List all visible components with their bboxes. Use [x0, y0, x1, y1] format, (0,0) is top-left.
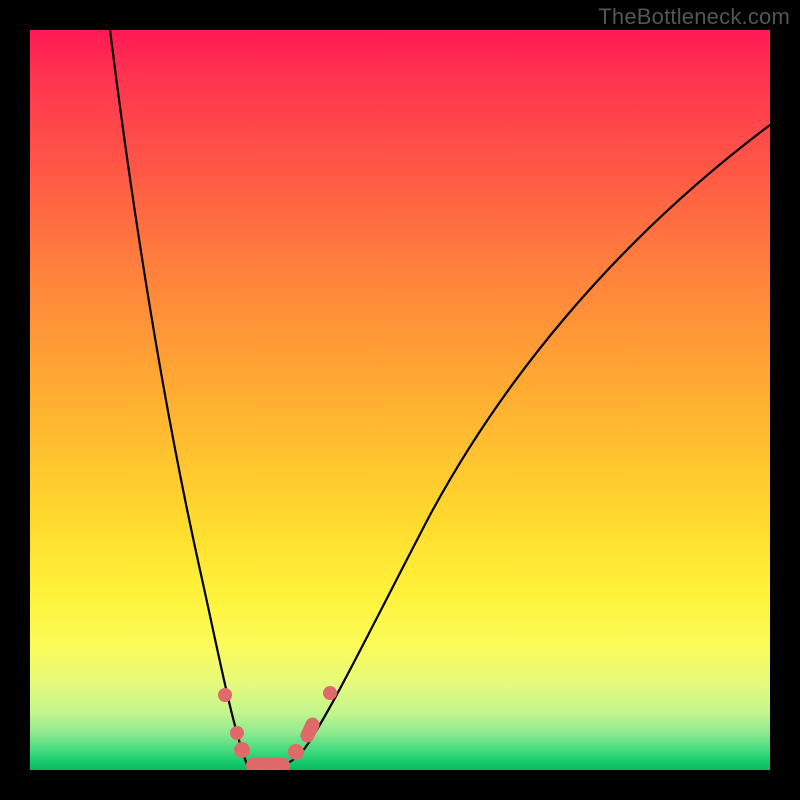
left-curve — [110, 30, 260, 770]
marker-dot — [230, 726, 244, 740]
right-curve — [260, 125, 770, 770]
marker-pill — [298, 715, 322, 744]
marker-dot — [288, 744, 304, 760]
marker-dot — [323, 686, 337, 700]
marker-dot — [234, 742, 250, 758]
chart-frame: TheBottleneck.com — [0, 0, 800, 800]
plot-area — [30, 30, 770, 770]
marker-pill — [246, 758, 290, 770]
watermark-text: TheBottleneck.com — [598, 4, 790, 30]
curve-layer — [30, 30, 770, 770]
marker-dot — [218, 688, 232, 702]
